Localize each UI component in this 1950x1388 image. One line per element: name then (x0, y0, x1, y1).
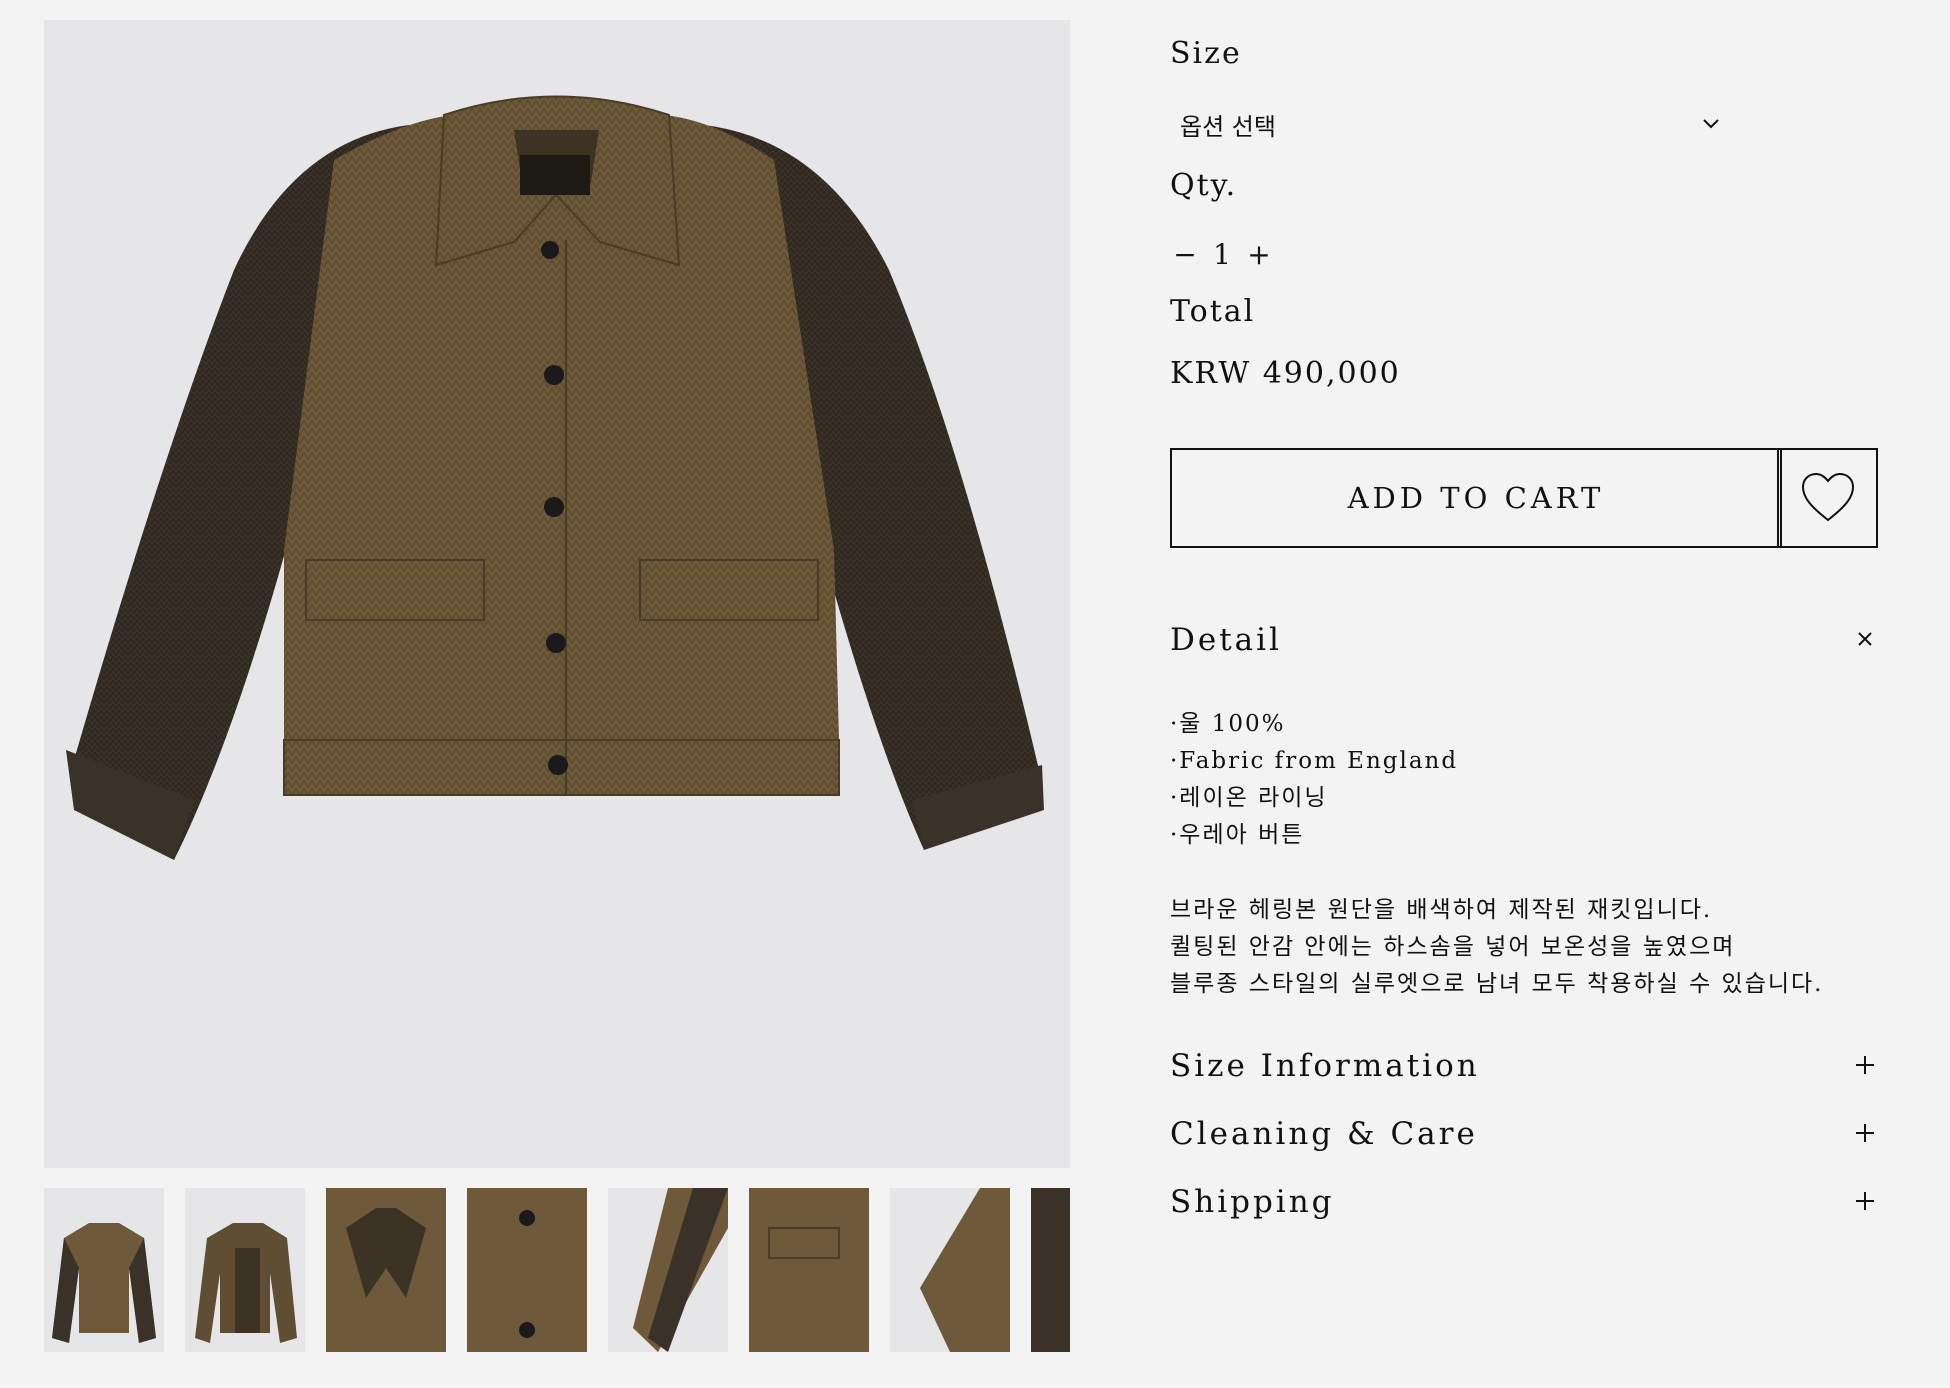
accordion-size-information[interactable]: Size Information (1170, 1048, 1480, 1084)
qty-decrease-button[interactable]: − (1170, 238, 1200, 271)
product-gallery (44, 20, 1070, 1352)
jacket-illustration (66, 95, 1044, 860)
heart-icon (1801, 472, 1854, 522)
qty-label: Qty. (1170, 168, 1238, 203)
thumbnail-front[interactable] (44, 1188, 164, 1352)
thumbnail-open[interactable] (185, 1188, 305, 1352)
total-label: Total (1170, 294, 1256, 329)
accordion-detail-title[interactable]: Detail (1170, 622, 1282, 658)
thumbnail-collar[interactable] (326, 1188, 446, 1352)
qty-value[interactable]: 1 (1200, 238, 1244, 271)
detail-bullet: ·Fabric from England (1170, 748, 1459, 774)
detail-description-line: 블루종 스타일의 실루엣으로 남녀 모두 착용하실 수 있습니다. (1170, 971, 1824, 997)
wishlist-button[interactable] (1777, 448, 1878, 548)
thumbnail-sleeve[interactable] (608, 1188, 728, 1352)
plus-icon[interactable] (1854, 1190, 1876, 1212)
detail-bullet: ·레이온 라이닝 (1170, 785, 1328, 811)
plus-icon[interactable] (1854, 1054, 1876, 1076)
total-price: KRW 490,000 (1170, 356, 1401, 391)
main-product-image[interactable] (44, 20, 1070, 1168)
chevron-down-icon (1703, 119, 1719, 129)
close-icon[interactable] (1854, 628, 1876, 650)
detail-bullet: ·울 100% (1170, 711, 1286, 737)
thumbnail-pocket[interactable] (749, 1188, 869, 1352)
thumbnail-strip (44, 1188, 1070, 1352)
cart-actions: ADD TO CART (1170, 448, 1878, 548)
accordion-shipping[interactable]: Shipping (1170, 1184, 1335, 1220)
qty-increase-button[interactable]: + (1244, 238, 1274, 271)
plus-icon[interactable] (1854, 1122, 1876, 1144)
thumbnail-detail[interactable] (1031, 1188, 1070, 1352)
accordion-cleaning-care[interactable]: Cleaning & Care (1170, 1116, 1478, 1152)
size-label: Size (1170, 36, 1242, 71)
detail-bullet: ·우레아 버튼 (1170, 822, 1305, 848)
add-to-cart-button[interactable]: ADD TO CART (1170, 448, 1782, 548)
detail-description-line: 퀼팅된 안감 안에는 하스솜을 넣어 보온성을 높였으며 (1170, 934, 1736, 960)
thumbnail-buttons[interactable] (467, 1188, 587, 1352)
detail-description-line: 브라운 헤링본 원단을 배색하여 제작된 재킷입니다. (1170, 897, 1713, 923)
detail-content: ·울 100% ·Fabric from England ·레이온 라이닝 ·우… (1170, 706, 1824, 1003)
quantity-stepper: − 1 + (1170, 232, 1274, 276)
thumbnail-side[interactable] (890, 1188, 1010, 1352)
size-select-value: 옵션 선택 (1180, 112, 1276, 141)
size-select[interactable]: 옵션 선택 (1170, 100, 1722, 148)
